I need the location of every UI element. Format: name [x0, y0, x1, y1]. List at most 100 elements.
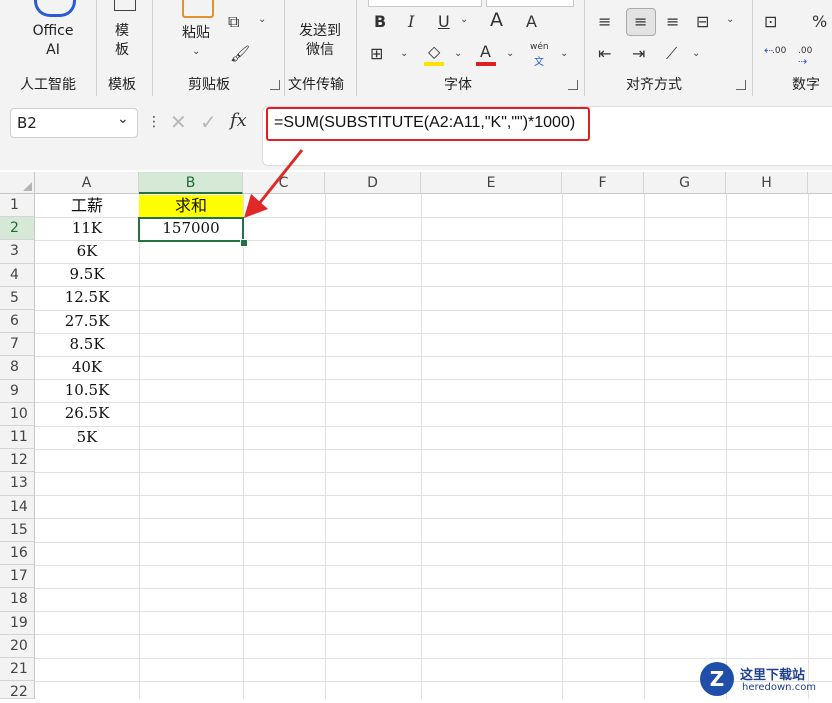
row-header-6[interactable]: 6: [0, 310, 35, 334]
cell-a6[interactable]: 27.5K: [35, 310, 139, 333]
increase-decimal-button[interactable]: ⇠ .00: [764, 44, 790, 68]
paste-button[interactable]: 粘贴 ⌄: [174, 0, 218, 66]
row-header-22[interactable]: 22: [0, 681, 35, 700]
separator: [752, 0, 753, 96]
grow-font-button[interactable]: A: [490, 10, 503, 30]
confirm-entry-icon[interactable]: ✓: [200, 110, 217, 134]
template-button[interactable]: 模板: [106, 0, 142, 66]
dialog-launcher-icon[interactable]: [568, 80, 578, 90]
format-painter-icon[interactable]: 🖌: [230, 44, 250, 64]
send-to-wechat-button[interactable]: 发送到微信: [296, 22, 344, 60]
dialog-launcher-icon[interactable]: [736, 80, 746, 90]
decrease-indent-icon[interactable]: ⇤: [598, 44, 611, 64]
row-header-10[interactable]: 10: [0, 402, 35, 426]
percent-button[interactable]: %: [812, 12, 827, 32]
column-header-f[interactable]: F: [562, 172, 644, 194]
cell-a7[interactable]: 8.5K: [35, 333, 139, 356]
chevron-down-icon[interactable]: ⌄: [560, 48, 568, 59]
grid-line: [35, 356, 832, 357]
dialog-launcher-icon[interactable]: [270, 80, 280, 90]
row-header-7[interactable]: 7: [0, 333, 35, 357]
office-ai-button[interactable]: Office AI: [22, 0, 84, 66]
underline-button[interactable]: U: [438, 12, 450, 32]
row-header-15[interactable]: 15: [0, 518, 35, 542]
row-header-17[interactable]: 17: [0, 565, 35, 589]
name-box[interactable]: B2 ⌄: [10, 108, 138, 138]
row-header-11[interactable]: 11: [0, 426, 35, 450]
separator: [284, 0, 285, 96]
orientation-icon[interactable]: ⟋: [666, 44, 677, 64]
align-left-icon[interactable]: ≡: [598, 12, 611, 32]
formula-text[interactable]: =SUM(SUBSTITUTE(A2:A11,"K","")*1000): [274, 114, 575, 132]
row-header-20[interactable]: 20: [0, 634, 35, 658]
chevron-down-icon[interactable]: ⌄: [258, 14, 266, 25]
increase-indent-icon[interactable]: ⇥: [632, 44, 645, 64]
cell-a9[interactable]: 10.5K: [35, 379, 139, 402]
select-all-corner[interactable]: [0, 172, 35, 194]
chevron-down-icon[interactable]: ⌄: [506, 48, 514, 59]
border-icon[interactable]: ⊞: [370, 44, 383, 64]
fill-color-icon[interactable]: ◇: [428, 42, 440, 62]
chevron-down-icon[interactable]: ⌄: [692, 48, 700, 59]
merge-center-icon[interactable]: ⊟: [696, 12, 709, 32]
worksheet-grid[interactable]: A B C D E F G H 1 2 3 4 5 6 7 8 9 10 11 …: [0, 172, 832, 700]
column-header-a[interactable]: A: [35, 172, 139, 194]
row-header-3[interactable]: 3: [0, 240, 35, 264]
row-header-14[interactable]: 14: [0, 495, 35, 519]
column-header-g[interactable]: G: [644, 172, 726, 194]
bold-button[interactable]: B: [374, 12, 386, 32]
grid-line: [35, 588, 832, 589]
column-header-e[interactable]: E: [421, 172, 562, 194]
chevron-down-icon[interactable]: ⌄: [454, 48, 462, 59]
row-header-2[interactable]: 2: [0, 217, 35, 241]
font-size-box[interactable]: [486, 0, 574, 7]
more-options-icon[interactable]: ⋮: [147, 112, 161, 132]
chevron-down-icon[interactable]: ⌄: [460, 14, 468, 25]
phonetic-button[interactable]: wén 文: [530, 42, 552, 68]
row-header-8[interactable]: 8: [0, 356, 35, 380]
row-header-13[interactable]: 13: [0, 472, 35, 496]
cell-a11[interactable]: 5K: [35, 426, 139, 449]
row-header-1[interactable]: 1: [0, 194, 35, 218]
decrease-decimal-button[interactable]: .00 ⇢: [798, 44, 824, 68]
row-header-16[interactable]: 16: [0, 542, 35, 566]
align-right-icon[interactable]: ≡: [666, 12, 679, 32]
chevron-down-icon[interactable]: ⌄: [117, 111, 129, 127]
row-header-12[interactable]: 12: [0, 449, 35, 473]
row-header-9[interactable]: 9: [0, 379, 35, 403]
cancel-entry-icon[interactable]: ✕: [170, 110, 187, 134]
column-header-i[interactable]: [808, 172, 832, 194]
cell-b1[interactable]: 求和: [139, 194, 243, 217]
column-header-h[interactable]: H: [726, 172, 808, 194]
copy-icon[interactable]: ⧉: [228, 12, 239, 32]
cell-a5[interactable]: 12.5K: [35, 286, 139, 309]
column-header-c[interactable]: C: [243, 172, 325, 194]
font-name-box[interactable]: [368, 0, 482, 7]
active-cell-border: [138, 217, 244, 242]
grid-line: [35, 310, 832, 311]
grid-line: [421, 194, 422, 699]
shrink-font-button[interactable]: A: [526, 12, 537, 32]
row-header-5[interactable]: 5: [0, 286, 35, 310]
cell-a10[interactable]: 26.5K: [35, 402, 139, 425]
cell-a4[interactable]: 9.5K: [35, 263, 139, 286]
watermark: Z 这里下载站 heredown.com: [700, 660, 832, 699]
cell-a3[interactable]: 6K: [35, 240, 139, 263]
column-header-b[interactable]: B: [139, 172, 243, 194]
watermark-name: 这里下载站: [740, 668, 806, 683]
chevron-down-icon[interactable]: ⌄: [726, 14, 734, 25]
chevron-down-icon[interactable]: ⌄: [400, 48, 408, 59]
italic-button[interactable]: I: [408, 12, 414, 32]
cell-a8[interactable]: 40K: [35, 356, 139, 379]
fx-button[interactable]: fx: [230, 110, 247, 131]
fill-handle[interactable]: [240, 239, 248, 247]
row-header-18[interactable]: 18: [0, 588, 35, 612]
cell-a1[interactable]: 工薪: [35, 194, 139, 217]
font-color-button[interactable]: A: [480, 42, 491, 62]
column-header-d[interactable]: D: [325, 172, 421, 194]
row-header-19[interactable]: 19: [0, 611, 35, 635]
cell-a2[interactable]: 11K: [35, 217, 139, 240]
row-header-21[interactable]: 21: [0, 658, 35, 682]
currency-format-icon[interactable]: ⊡: [764, 12, 777, 32]
row-header-4[interactable]: 4: [0, 263, 35, 287]
